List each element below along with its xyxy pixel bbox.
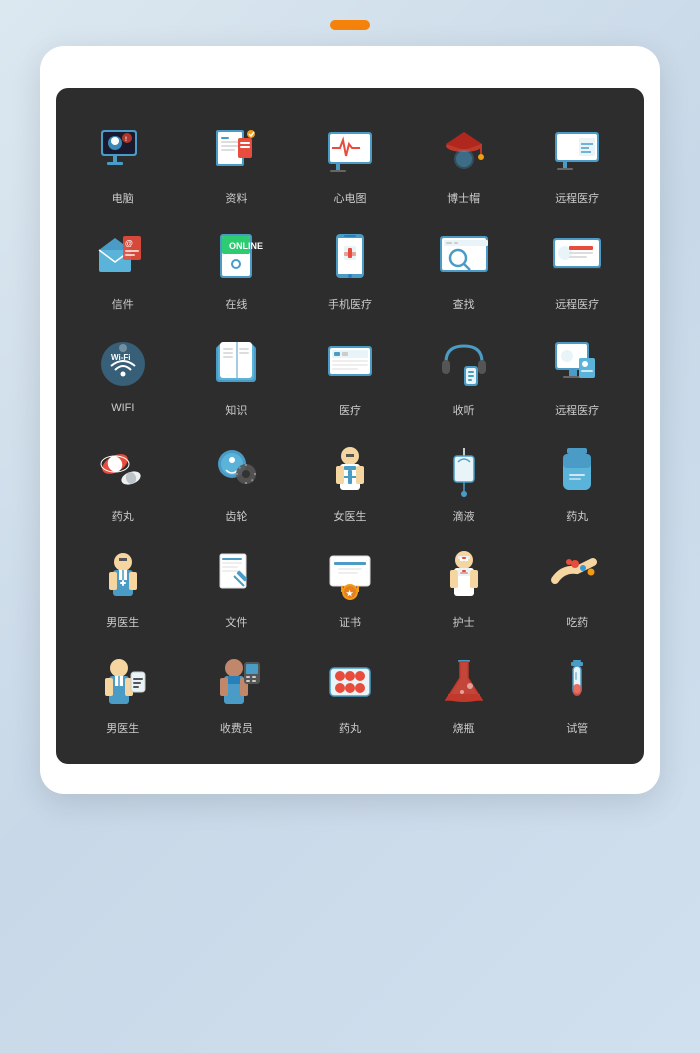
- graduation-label: 博士帽: [447, 190, 480, 206]
- icon-cell-headphone: 收听: [407, 320, 521, 426]
- flask-label: 烧瓶: [453, 720, 475, 736]
- flask-icon: [432, 650, 496, 714]
- drip-label: 滴液: [453, 508, 475, 524]
- document-label: 资料: [225, 190, 247, 206]
- ecg-label: 心电图: [333, 190, 366, 206]
- icon-grid-container: ! 电脑 资料 心电图 博士帽: [56, 88, 644, 764]
- icon-cell-computer: ! 电脑: [66, 108, 180, 214]
- pills-icon: [91, 438, 155, 502]
- female-doctor-icon: [318, 438, 382, 502]
- telemedicine3-icon: [545, 332, 609, 396]
- medical-label: 医疗: [339, 402, 361, 418]
- icon-cell-male-doctor2: 男医生: [66, 638, 180, 744]
- icon-cell-test-tube: 试管: [520, 638, 634, 744]
- cashier-label: 收费员: [220, 720, 253, 736]
- headphone-label: 收听: [453, 402, 475, 418]
- card: ! 电脑 资料 心电图 博士帽: [40, 46, 660, 794]
- telemedicine2-label: 远程医疗: [555, 296, 599, 312]
- telemedicine1-icon: [545, 120, 609, 184]
- icon-cell-medicine-bottle: 药丸: [520, 426, 634, 532]
- letter-icon: @: [91, 226, 155, 290]
- search-icon: [432, 226, 496, 290]
- wifi-label: WIFI: [111, 402, 134, 414]
- online-label: 在线: [225, 296, 247, 312]
- icon-grid: ! 电脑 资料 心电图 博士帽: [66, 108, 634, 744]
- icon-cell-online: ONLINE 在线: [180, 214, 294, 320]
- male-doctor2-icon: [91, 650, 155, 714]
- male-doctor2-label: 男医生: [106, 720, 139, 736]
- file-label: 文件: [225, 614, 247, 630]
- icon-cell-mobile-medical: 手机医疗: [293, 214, 407, 320]
- icon-cell-file: 文件: [180, 532, 294, 638]
- icon-cell-certificate: ★ 证书: [293, 532, 407, 638]
- letter-label: 信件: [112, 296, 134, 312]
- take-medicine-icon: [545, 544, 609, 608]
- take-medicine-label: 吃药: [566, 614, 588, 630]
- pill-pack-icon: [318, 650, 382, 714]
- icon-cell-pill-pack: 药丸: [293, 638, 407, 744]
- icon-cell-take-medicine: 吃药: [520, 532, 634, 638]
- drip-icon: [432, 438, 496, 502]
- cashier-icon: [204, 650, 268, 714]
- telemedicine2-icon: [545, 226, 609, 290]
- mobile-medical-label: 手机医疗: [328, 296, 372, 312]
- medical-icon: [318, 332, 382, 396]
- certificate-label: 证书: [339, 614, 361, 630]
- icon-cell-document: 资料: [180, 108, 294, 214]
- icon-cell-graduation: 博士帽: [407, 108, 521, 214]
- male-doctor-label: 男医生: [106, 614, 139, 630]
- headphone-icon: [432, 332, 496, 396]
- nurse-label: 护士: [453, 614, 475, 630]
- pill-pack-label: 药丸: [339, 720, 361, 736]
- icon-cell-telemedicine2: 远程医疗: [520, 214, 634, 320]
- icon-cell-nurse: 护士: [407, 532, 521, 638]
- medicine-bottle-icon: [545, 438, 609, 502]
- icon-cell-drip: 滴液: [407, 426, 521, 532]
- icon-cell-telemedicine1: 远程医疗: [520, 108, 634, 214]
- telemedicine1-label: 远程医疗: [555, 190, 599, 206]
- icon-cell-search: 查找: [407, 214, 521, 320]
- computer-label: 电脑: [112, 190, 134, 206]
- svg-text:@: @: [125, 239, 133, 248]
- icon-cell-wifi: Wi-Fi WIFI: [66, 320, 180, 426]
- icon-cell-cashier: 收费员: [180, 638, 294, 744]
- svg-text:ONLINE: ONLINE: [229, 241, 263, 251]
- graduation-icon: [432, 120, 496, 184]
- search-label: 查找: [453, 296, 475, 312]
- test-tube-icon: [545, 650, 609, 714]
- svg-text:!: !: [125, 137, 127, 143]
- icon-cell-male-doctor: 男医生: [66, 532, 180, 638]
- top-badge: [330, 20, 370, 30]
- telemedicine3-label: 远程医疗: [555, 402, 599, 418]
- test-tube-label: 试管: [566, 720, 588, 736]
- gearhead-icon: [204, 438, 268, 502]
- icon-cell-medical: 医疗: [293, 320, 407, 426]
- ecg-icon: [318, 120, 382, 184]
- icon-cell-ecg: 心电图: [293, 108, 407, 214]
- knowledge-label: 知识: [225, 402, 247, 418]
- certificate-icon: ★: [318, 544, 382, 608]
- pills-label: 药丸: [112, 508, 134, 524]
- gearhead-label: 齿轮: [225, 508, 247, 524]
- icon-cell-female-doctor: 女医生: [293, 426, 407, 532]
- knowledge-icon: [204, 332, 268, 396]
- svg-text:★: ★: [346, 589, 354, 598]
- medicine-bottle-label: 药丸: [566, 508, 588, 524]
- icon-cell-flask: 烧瓶: [407, 638, 521, 744]
- icon-cell-pills: 药丸: [66, 426, 180, 532]
- male-doctor-icon: [91, 544, 155, 608]
- wifi-icon: Wi-Fi: [91, 332, 155, 396]
- icon-cell-knowledge: 知识: [180, 320, 294, 426]
- female-doctor-label: 女医生: [333, 508, 366, 524]
- file-icon: [204, 544, 268, 608]
- computer-icon: !: [91, 120, 155, 184]
- icon-cell-telemedicine3: 远程医疗: [520, 320, 634, 426]
- nurse-icon: [432, 544, 496, 608]
- online-icon: ONLINE: [204, 226, 268, 290]
- document-icon: [204, 120, 268, 184]
- icon-cell-gearhead: 齿轮: [180, 426, 294, 532]
- mobile-medical-icon: [318, 226, 382, 290]
- icon-cell-letter: @ 信件: [66, 214, 180, 320]
